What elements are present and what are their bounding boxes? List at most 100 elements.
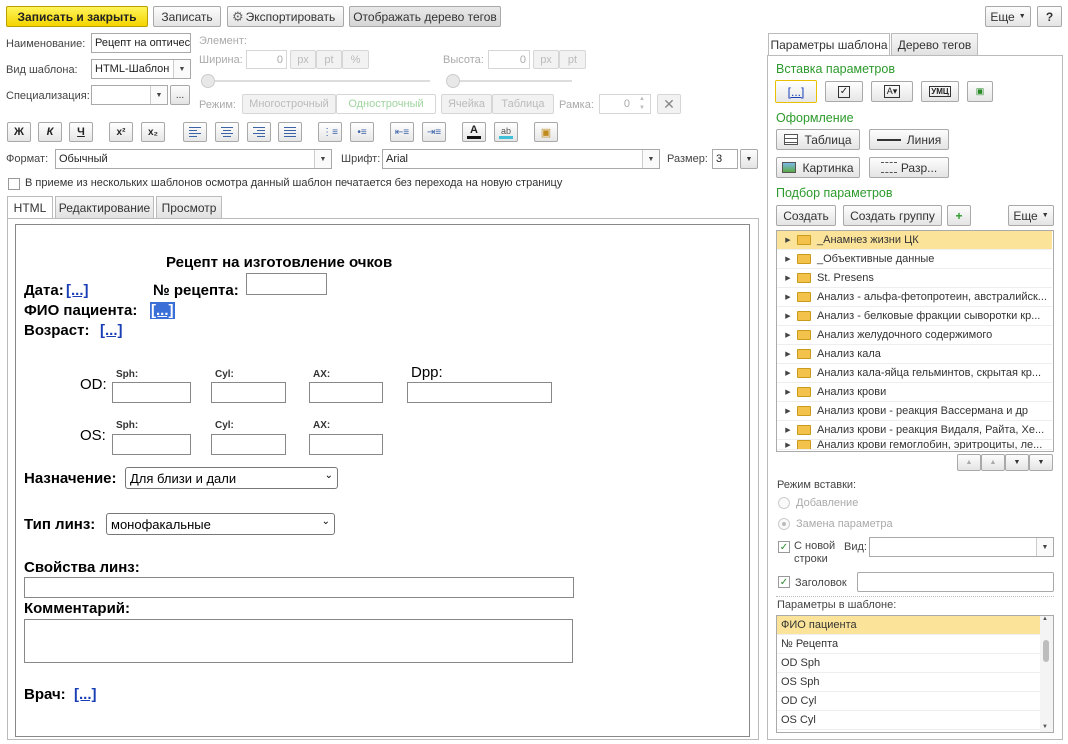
height-pt-button[interactable]: pt: [559, 50, 586, 69]
dpp-field[interactable]: [407, 382, 552, 403]
tab-edit[interactable]: Редактирование: [55, 196, 154, 218]
create-button[interactable]: Создать: [776, 205, 836, 226]
template-param-item[interactable]: OD Cyl: [777, 692, 1040, 711]
align-justify-icon[interactable]: [278, 122, 302, 142]
pick-more-button[interactable]: Еще ▼: [1008, 205, 1054, 226]
tree-item[interactable]: ▶ _Анамнез жизни ЦК: [777, 231, 1052, 250]
name-field[interactable]: Рецепт на оптичес: [91, 33, 191, 53]
tree-item[interactable]: ▶ Анализ кала: [777, 345, 1052, 364]
expand-arrow-icon[interactable]: ▶: [781, 350, 795, 358]
expand-arrow-icon[interactable]: ▶: [781, 407, 795, 415]
header-checkbox[interactable]: ✓: [778, 576, 790, 588]
tab-template-params[interactable]: Параметры шаблона: [768, 33, 890, 56]
tab-tag-tree[interactable]: Дерево тегов: [891, 33, 978, 55]
expand-arrow-icon[interactable]: ▶: [781, 441, 795, 449]
patient-placeholder-link[interactable]: [...]: [150, 302, 175, 319]
date-placeholder-link[interactable]: [...]: [66, 282, 89, 299]
height-px-button[interactable]: px: [533, 50, 559, 69]
insert-line-button[interactable]: Линия: [869, 129, 949, 150]
os-sph-field[interactable]: [112, 434, 191, 455]
od-ax-field[interactable]: [309, 382, 383, 403]
header-field[interactable]: [857, 572, 1054, 592]
save-and-close-button[interactable]: Записать и закрыть: [6, 6, 148, 27]
align-right-icon[interactable]: [247, 122, 271, 142]
tree-item[interactable]: ▶ Анализ крови гемоглобин, эритроциты, ле…: [777, 440, 1052, 450]
format-select[interactable]: Обычный ▼: [55, 149, 332, 169]
os-cyl-field[interactable]: [211, 434, 286, 455]
save-button[interactable]: Записать: [153, 6, 221, 27]
insert-picture-button[interactable]: Картинка: [776, 157, 860, 178]
help-button[interactable]: ?: [1037, 6, 1062, 27]
purpose-select[interactable]: Для близи и дали ⌄: [125, 467, 338, 489]
tree-item[interactable]: ▶ Анализ желудочного содержимого: [777, 326, 1052, 345]
expand-arrow-icon[interactable]: ▶: [781, 293, 795, 301]
insert-checkbox-button[interactable]: ✓: [825, 81, 863, 102]
paste-icon[interactable]: ▣: [534, 122, 558, 142]
od-cyl-field[interactable]: [211, 382, 286, 403]
expand-arrow-icon[interactable]: ▶: [781, 369, 795, 377]
height-field[interactable]: 0: [488, 50, 530, 69]
tab-preview[interactable]: Просмотр: [156, 196, 222, 218]
tree-item[interactable]: ▶ Анализ - альфа-фетопротеин, австралийск…: [777, 288, 1052, 307]
tree-item[interactable]: ▶ Анализ крови - реакция Вассермана и др: [777, 402, 1052, 421]
add-item-icon[interactable]: +: [947, 205, 971, 226]
params-scrollbar[interactable]: ▲ ▼: [1040, 616, 1053, 732]
cell-button[interactable]: Ячейка: [441, 94, 492, 114]
height-slider-track[interactable]: [452, 80, 572, 82]
chevron-down-icon[interactable]: ▼: [642, 150, 659, 168]
expand-arrow-icon[interactable]: ▶: [781, 274, 795, 282]
width-field[interactable]: 0: [246, 50, 287, 69]
width-percent-button[interactable]: %: [342, 50, 369, 69]
insert-input-button[interactable]: УМЦ: [921, 81, 959, 102]
italic-button[interactable]: К: [38, 122, 62, 142]
scroll-thumb[interactable]: [1043, 640, 1049, 662]
width-slider-handle[interactable]: [201, 74, 215, 88]
tab-html[interactable]: HTML: [7, 196, 53, 219]
align-left-icon[interactable]: [183, 122, 207, 142]
clear-icon[interactable]: ✕: [657, 94, 681, 114]
tree-item[interactable]: ▶ _Объективные данные: [777, 250, 1052, 269]
bold-button[interactable]: Ж: [7, 122, 31, 142]
width-px-button[interactable]: px: [290, 50, 316, 69]
insert-link-button[interactable]: [...]: [775, 80, 817, 103]
lens-type-select[interactable]: монофакальные ⌄: [106, 513, 335, 535]
table-button[interactable]: Таблица: [492, 94, 554, 114]
superscript-button[interactable]: x²: [109, 122, 133, 142]
tree-item[interactable]: ▶ Анализ кала-яйца гельминтов, скрытая кр…: [777, 364, 1052, 383]
lens-properties-field[interactable]: [24, 577, 574, 598]
mode-singleline-button[interactable]: Однострочный: [336, 94, 436, 114]
insert-special-button[interactable]: ▣: [967, 81, 993, 102]
view-select[interactable]: ▼: [869, 537, 1054, 557]
frame-spinner[interactable]: ▲ ▼: [634, 95, 650, 113]
no-page-break-checkbox[interactable]: [8, 178, 20, 190]
template-param-item[interactable]: ФИО пациента: [777, 616, 1040, 635]
subscript-button[interactable]: x₂: [141, 122, 165, 142]
new-line-checkbox[interactable]: ✓: [778, 541, 790, 553]
bullet-list-icon[interactable]: •≡: [350, 122, 374, 142]
highlight-color-icon[interactable]: ab: [494, 122, 518, 142]
underline-button[interactable]: Ч: [69, 122, 93, 142]
text-color-icon[interactable]: A: [462, 122, 486, 142]
width-pt-button[interactable]: pt: [316, 50, 342, 69]
expand-arrow-icon[interactable]: ▶: [781, 255, 795, 263]
outdent-icon[interactable]: ⇤≡: [390, 122, 414, 142]
expand-arrow-icon[interactable]: ▶: [781, 426, 795, 434]
specialization-select[interactable]: ▼: [91, 85, 168, 105]
tree-item[interactable]: ▶ Анализ крови: [777, 383, 1052, 402]
font-select[interactable]: Arial ▼: [382, 149, 660, 169]
move-bottom-icon[interactable]: ▼: [1029, 454, 1053, 471]
template-param-item[interactable]: OS Cyl: [777, 711, 1040, 730]
move-down-icon[interactable]: ▼: [1005, 454, 1029, 471]
mode-replace-radio[interactable]: [778, 518, 790, 530]
tree-item[interactable]: ▶ Анализ - белковые фракции сыворотки кр.…: [777, 307, 1052, 326]
comment-field[interactable]: [24, 619, 573, 663]
mode-multiline-button[interactable]: Многострочный: [242, 94, 336, 114]
size-field[interactable]: 3: [712, 149, 738, 169]
indent-icon[interactable]: ⇥≡: [422, 122, 446, 142]
expand-arrow-icon[interactable]: ▶: [781, 236, 795, 244]
chevron-down-icon[interactable]: ▼: [1036, 538, 1053, 556]
show-tag-tree-button[interactable]: Отображать дерево тегов: [349, 6, 501, 27]
template-param-item[interactable]: OS Sph: [777, 673, 1040, 692]
os-ax-field[interactable]: [309, 434, 383, 455]
mode-add-radio[interactable]: [778, 497, 790, 509]
